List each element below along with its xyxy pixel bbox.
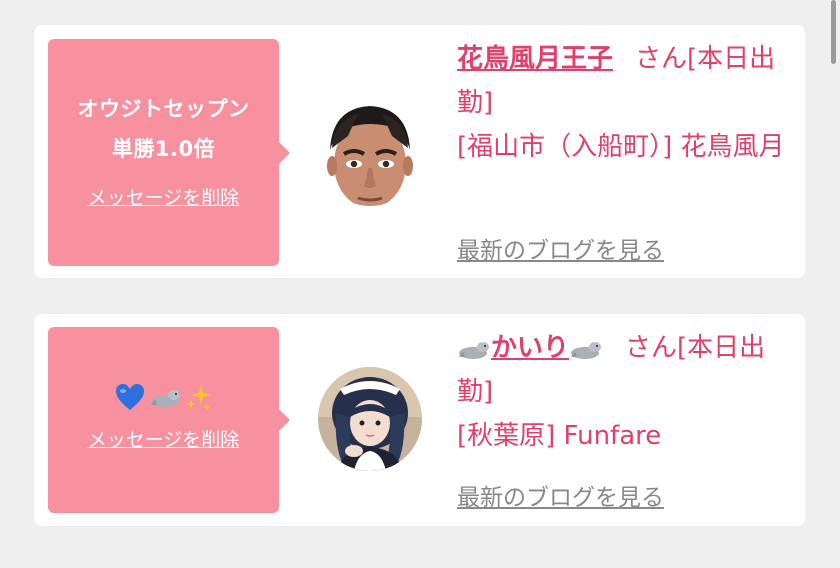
message-emoji-row — [48, 379, 279, 415]
message-text: オウジトセップン 単勝1.0倍 — [48, 89, 279, 169]
scrollbar[interactable] — [831, 0, 836, 64]
cast-info: かいり さん[本日出勤] [秋葉原] Funfare — [457, 326, 787, 458]
seal-icon — [150, 390, 180, 407]
avatar-face-image — [318, 102, 422, 206]
cast-card: メッセージを削除 かいり さん[本日出勤] [秋葉原] Funfare 最新のブ… — [34, 314, 805, 526]
delete-message-link[interactable]: メッセージを削除 — [88, 183, 240, 210]
message-bubble: オウジトセップン 単勝1.0倍 メッセージを削除 — [48, 39, 290, 266]
avatar[interactable] — [318, 102, 422, 206]
cast-location: [秋葉原] Funfare — [457, 421, 662, 451]
cast-info: 花鳥風月王子 さん[本日出勤] [福山市（入船町）] 花鳥風月 — [457, 37, 787, 169]
blue-heart-icon — [115, 384, 144, 410]
sparkles-icon — [185, 385, 211, 411]
avatar-maid-image — [318, 367, 422, 471]
message-line: オウジトセップン — [77, 97, 250, 121]
latest-blog-link[interactable]: 最新のブログを見る — [457, 478, 664, 512]
seal-icon — [459, 341, 489, 359]
latest-blog-link[interactable]: 最新のブログを見る — [457, 231, 664, 265]
cast-card: オウジトセップン 単勝1.0倍 メッセージを削除 花鳥風月王子 さん[本日出勤]… — [34, 25, 805, 278]
cast-location: [福山市（入船町）] 花鳥風月 — [457, 132, 785, 162]
message-bubble: メッセージを削除 — [48, 327, 290, 513]
avatar[interactable] — [318, 367, 422, 471]
cast-name-link[interactable]: かいり — [491, 333, 569, 363]
cast-name-link[interactable]: 花鳥風月王子 — [457, 44, 613, 74]
seal-icon — [571, 341, 602, 359]
message-line: 単勝1.0倍 — [111, 137, 216, 161]
delete-message-link[interactable]: メッセージを削除 — [88, 425, 240, 452]
